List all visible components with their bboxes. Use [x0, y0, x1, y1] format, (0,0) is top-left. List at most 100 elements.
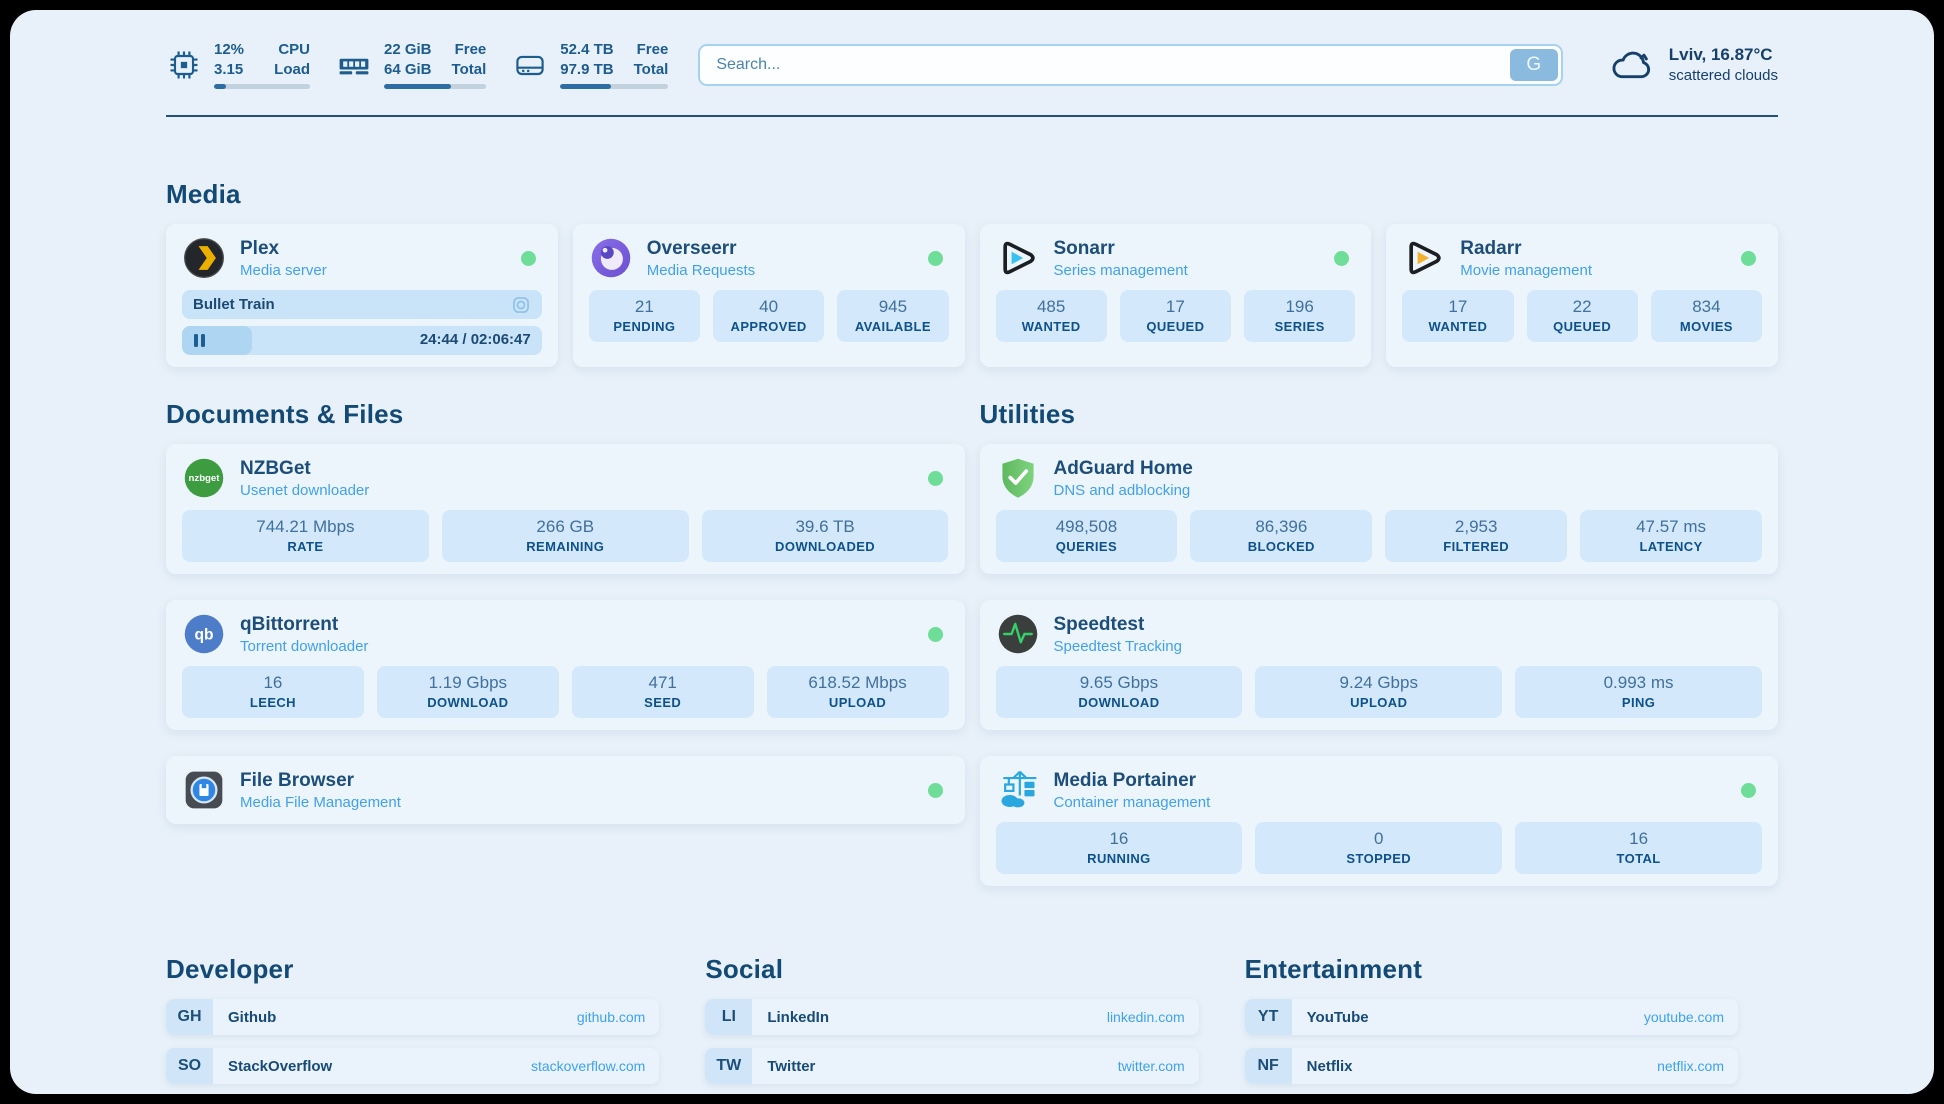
search-input[interactable] [698, 44, 1562, 86]
app-card-sonarr[interactable]: Sonarr Series management 485 WANTED 17 Q… [980, 224, 1372, 367]
ram-icon [336, 47, 372, 83]
app-card-filebrowser[interactable]: File Browser Media File Management [166, 756, 965, 824]
bookmark-twitter[interactable]: TW Twitter twitter.com [705, 1048, 1198, 1084]
bookmark-netflix[interactable]: NF Netflix netflix.com [1245, 1048, 1738, 1084]
bookmark-abbr: LI [705, 999, 752, 1035]
bookmark-abbr: SO [166, 1048, 213, 1084]
disc-icon[interactable] [511, 295, 531, 315]
app-subtitle: Media server [240, 262, 327, 279]
bookmark-github[interactable]: GH Github github.com [166, 999, 659, 1035]
weather-widget[interactable]: Lviv, 16.87°C scattered clouds [1609, 45, 1778, 84]
stat-pending: 21 PENDING [589, 290, 700, 342]
status-online-dot [521, 251, 536, 266]
stat-download: 9.65 Gbps DOWNLOAD [996, 666, 1243, 718]
app-name: NZBGet [240, 458, 369, 480]
stat-remaining: 266 GB REMAINING [442, 510, 689, 562]
app-card-nzbget[interactable]: nzbget NZBGet Usenet downloader 74 [166, 444, 965, 574]
bookmark-url: stackoverflow.com [531, 1058, 645, 1074]
disk-free-label: Free [634, 40, 669, 60]
bookmark-linkedin[interactable]: LI LinkedIn linkedin.com [705, 999, 1198, 1035]
status-online-dot [1334, 251, 1349, 266]
speedtest-icon [996, 612, 1040, 656]
cpu-monitor: 12% 3.15 CPU Load [166, 40, 310, 89]
section-title-utilities: Utilities [980, 399, 1779, 430]
sonarr-icon [996, 236, 1040, 280]
app-subtitle: Media File Management [240, 794, 401, 811]
cpu-load-label: Load [274, 60, 310, 80]
app-card-portainer[interactable]: Media Portainer Container management 16 … [980, 756, 1779, 886]
cpu-progress-fill [214, 84, 226, 89]
app-card-speedtest[interactable]: Speedtest Speedtest Tracking 9.65 Gbps D… [980, 600, 1779, 730]
bookmark-abbr: NF [1245, 1048, 1292, 1084]
nzbget-icon: nzbget [182, 456, 226, 500]
cpu-icon [166, 47, 202, 83]
svg-text:nzbget: nzbget [189, 473, 221, 484]
app-name: AdGuard Home [1054, 458, 1193, 480]
app-name: Radarr [1460, 238, 1592, 260]
ram-free-label: Free [452, 40, 487, 60]
bookmark-abbr: YT [1245, 999, 1292, 1035]
filebrowser-icon [182, 768, 226, 812]
overseerr-icon [589, 236, 633, 280]
app-card-qbittorrent[interactable]: qb qBittorrent Torrent downloader [166, 600, 965, 730]
pause-icon[interactable] [194, 334, 205, 347]
radarr-icon [1402, 236, 1446, 280]
app-name: qBittorrent [240, 614, 368, 636]
app-card-plex[interactable]: Plex Media server Bullet Train [166, 224, 558, 367]
app-name: Overseerr [647, 238, 755, 260]
status-online-dot [1741, 251, 1756, 266]
stat-queued: 17 QUEUED [1120, 290, 1231, 342]
app-card-adguard[interactable]: AdGuard Home DNS and adblocking 498,508 … [980, 444, 1779, 574]
bookmark-youtube[interactable]: YT YouTube youtube.com [1245, 999, 1738, 1035]
header: 12% 3.15 CPU Load [166, 10, 1778, 89]
section-title-documents: Documents & Files [166, 399, 965, 430]
stat-rate: 744.21 Mbps RATE [182, 510, 429, 562]
stat-series: 196 SERIES [1244, 290, 1355, 342]
stat-blocked: 86,396 BLOCKED [1190, 510, 1372, 562]
app-name: File Browser [240, 770, 401, 792]
stat-available: 945 AVAILABLE [837, 290, 948, 342]
weather-condition: scattered clouds [1669, 67, 1778, 84]
cloud-icon [1609, 46, 1655, 84]
app-name: Sonarr [1054, 238, 1188, 260]
app-subtitle: Container management [1054, 794, 1211, 811]
app-card-radarr[interactable]: Radarr Movie management 17 WANTED 22 QUE… [1386, 224, 1778, 367]
system-monitors: 12% 3.15 CPU Load [166, 40, 668, 89]
stat-movies: 834 MOVIES [1651, 290, 1762, 342]
cpu-usage-label: CPU [274, 40, 310, 60]
disk-free-value: 52.4 TB [560, 40, 613, 60]
app-subtitle: Usenet downloader [240, 482, 369, 499]
adguard-icon [996, 456, 1040, 500]
stat-approved: 40 APPROVED [713, 290, 824, 342]
bookmark-abbr: TW [705, 1048, 752, 1084]
stat-filtered: 2,953 FILTERED [1385, 510, 1567, 562]
section-title-social: Social [705, 954, 1198, 985]
utilities-column: Utilities [980, 399, 1779, 886]
app-subtitle: Torrent downloader [240, 638, 368, 655]
search-engine-button[interactable]: G [1510, 49, 1558, 81]
section-title-entertainment: Entertainment [1245, 954, 1738, 985]
stat-upload: 618.52 Mbps UPLOAD [767, 666, 949, 718]
app-card-overseerr[interactable]: Overseerr Media Requests 21 PENDING 40 A… [573, 224, 965, 367]
bookmark-url: linkedin.com [1107, 1009, 1185, 1025]
stat-running: 16 RUNNING [996, 822, 1243, 874]
plex-icon [182, 236, 226, 280]
status-online-dot [928, 627, 943, 642]
stat-upload: 9.24 Gbps UPLOAD [1255, 666, 1502, 718]
section-title-media: Media [166, 179, 1778, 210]
stat-latency: 47.57 ms LATENCY [1580, 510, 1762, 562]
portainer-icon [996, 768, 1040, 812]
bookmark-url: netflix.com [1657, 1058, 1724, 1074]
bookmark-stackoverflow[interactable]: SO StackOverflow stackoverflow.com [166, 1048, 659, 1084]
now-playing-row: Bullet Train [182, 290, 542, 319]
disk-total-label: Total [634, 60, 669, 80]
app-subtitle: Movie management [1460, 262, 1592, 279]
bookmark-url: github.com [577, 1009, 645, 1025]
ram-progress-bar [384, 84, 486, 89]
stat-leech: 16 LEECH [182, 666, 364, 718]
playback-progress-bar: 24:44 / 02:06:47 [182, 326, 542, 355]
bookmarks-entertainment: Entertainment YT YouTube youtube.com NF … [1245, 954, 1738, 1094]
media-cards-row: Plex Media server Bullet Train [166, 224, 1778, 367]
app-name: Media Portainer [1054, 770, 1211, 792]
cpu-load-value: 3.15 [214, 60, 244, 80]
